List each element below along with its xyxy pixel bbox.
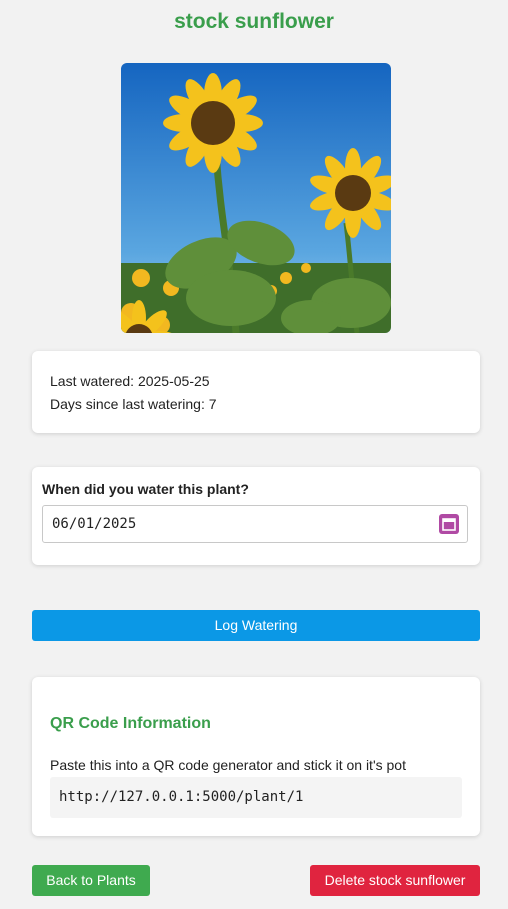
calendar-icon[interactable] [439, 514, 459, 534]
date-value: 06/01/2025 [52, 516, 137, 532]
qr-info-card: QR Code Information Paste this into a QR… [32, 677, 480, 836]
delete-plant-button[interactable]: Delete stock sunflower [310, 865, 480, 896]
qr-url-box[interactable]: http://127.0.0.1:5000/plant/1 [50, 777, 462, 818]
log-watering-form: When did you water this plant? 06/01/202… [32, 467, 480, 565]
water-date-input[interactable]: 06/01/2025 [42, 505, 468, 543]
water-date-label: When did you water this plant? [42, 481, 249, 497]
qr-url-text: http://127.0.0.1:5000/plant/1 [59, 789, 304, 805]
watering-info-card: Last watered: 2025-05-25 Days since last… [32, 351, 480, 433]
back-to-plants-button[interactable]: Back to Plants [32, 865, 150, 896]
log-watering-button[interactable]: Log Watering [32, 610, 480, 641]
days-since-text: Days since last watering: 7 [50, 396, 217, 412]
qr-title: QR Code Information [50, 715, 211, 732]
last-watered-text: Last watered: 2025-05-25 [50, 373, 210, 389]
page-title: stock sunflower [174, 10, 334, 33]
plant-photo [121, 63, 391, 333]
qr-description: Paste this into a QR code generator and … [50, 757, 406, 773]
